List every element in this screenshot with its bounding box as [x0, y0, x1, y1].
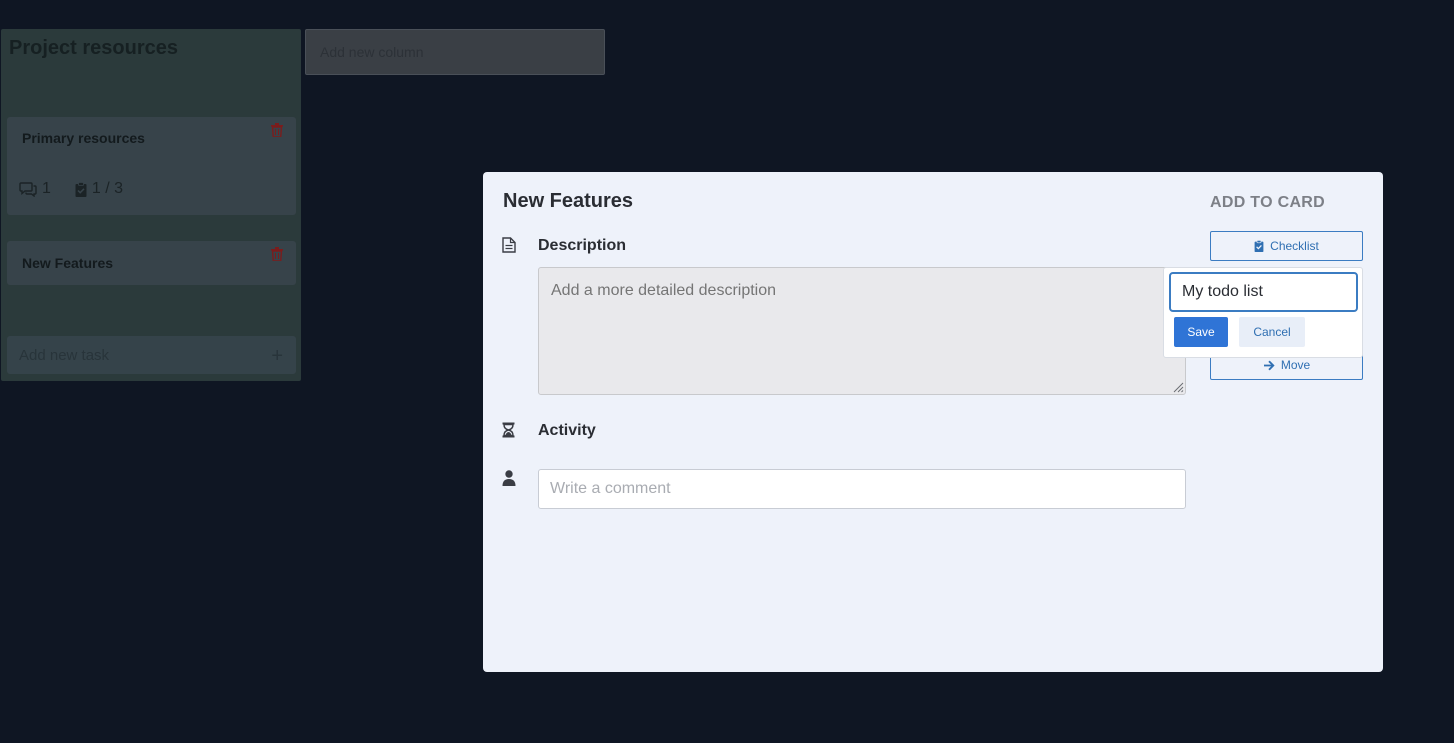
comment-icon	[19, 181, 37, 197]
board-column: Project resources Primary resources 1 1 …	[1, 29, 301, 381]
trash-icon[interactable]	[271, 123, 283, 137]
activity-label: Activity	[538, 422, 596, 439]
task-card[interactable]: New Features	[7, 241, 296, 285]
add-column-placeholder: Add new column	[320, 44, 424, 60]
move-button-label: Move	[1280, 358, 1311, 372]
arrow-right-icon	[1263, 360, 1275, 370]
document-icon	[502, 237, 516, 253]
checklist-title-input[interactable]	[1169, 272, 1358, 312]
comment-count: 1	[42, 180, 51, 197]
card-detail-modal: New Features Description Activity ADD TO…	[483, 172, 1383, 672]
trash-icon[interactable]	[271, 247, 283, 261]
add-to-card-heading: ADD TO CARD	[1210, 194, 1326, 211]
resize-handle-icon[interactable]	[1173, 382, 1184, 393]
add-task-placeholder: Add new task	[19, 347, 110, 364]
card-title: New Features	[22, 255, 114, 271]
description-label: Description	[538, 237, 627, 254]
card-meta: 1 1 / 3	[19, 180, 141, 198]
column-title: Project resources	[9, 37, 178, 59]
task-card[interactable]: Primary resources 1 1 / 3	[7, 117, 296, 215]
add-column-input[interactable]: Add new column	[305, 29, 605, 75]
checklist-popover: Save Cancel	[1163, 267, 1363, 358]
checklist-icon	[1254, 240, 1264, 252]
cancel-button[interactable]: Cancel	[1239, 317, 1305, 347]
plus-icon[interactable]: +	[271, 345, 283, 368]
checklist-button-label: Checklist	[1270, 239, 1319, 253]
comment-input[interactable]	[538, 469, 1186, 509]
checklist-icon	[75, 181, 87, 197]
user-icon	[502, 470, 516, 486]
card-title: Primary resources	[22, 130, 145, 146]
save-button[interactable]: Save	[1174, 317, 1228, 347]
modal-title: New Features	[503, 190, 634, 212]
hourglass-icon	[502, 422, 515, 438]
add-task-input[interactable]: Add new task +	[7, 336, 296, 374]
checklist-button[interactable]: Checklist	[1210, 231, 1363, 261]
description-textarea[interactable]	[538, 267, 1186, 395]
checklist-progress: 1 / 3	[91, 180, 124, 197]
